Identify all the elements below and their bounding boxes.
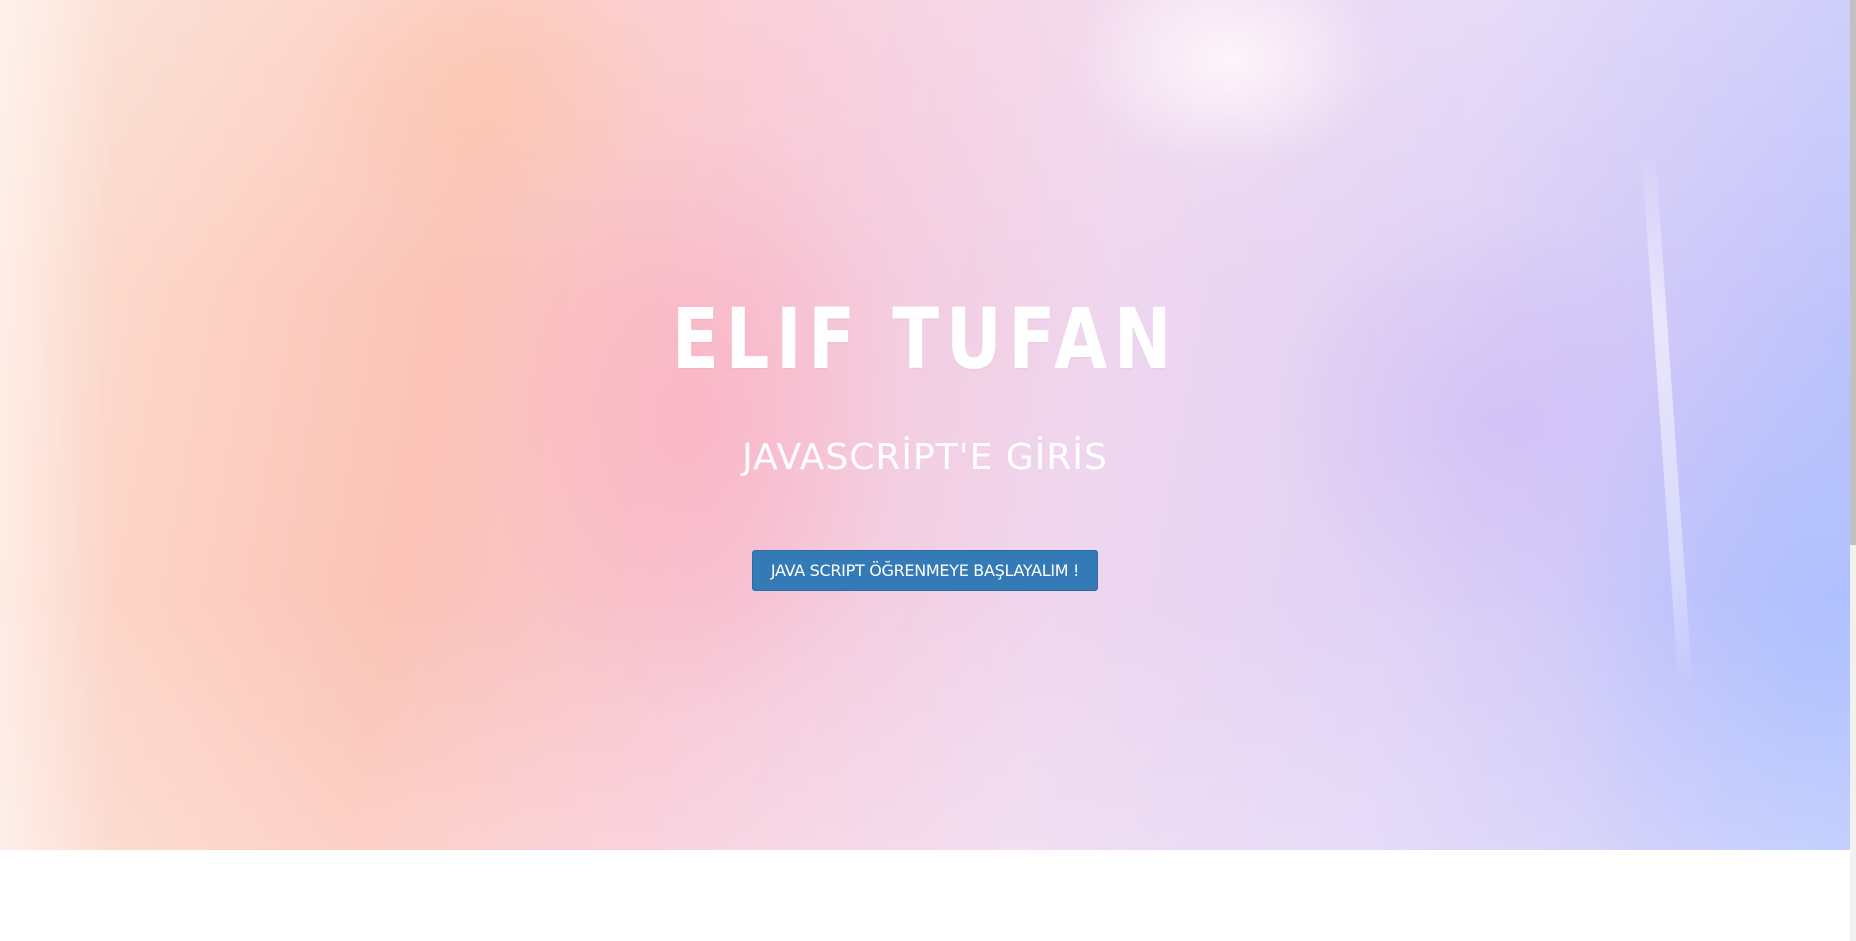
hero-section: ELIF TUFAN JAVASCRİPT'E GİRİS JAVA SCRIP… — [0, 0, 1850, 850]
hero-subtitle: JAVASCRİPT'E GİRİS — [742, 437, 1108, 478]
page-scrollbar[interactable] — [1850, 0, 1856, 941]
hero-title: ELIF TUFAN — [671, 290, 1179, 388]
landing-page: ELIF TUFAN JAVASCRİPT'E GİRİS JAVA SCRIP… — [0, 0, 1856, 941]
start-learning-button[interactable]: JAVA SCRIPT ÖĞRENMEYE BAŞLAYALIM ! — [752, 550, 1098, 591]
hero-background-wash — [0, 0, 1850, 850]
content-area — [0, 850, 1850, 941]
scrollbar-thumb[interactable] — [1850, 0, 1856, 545]
